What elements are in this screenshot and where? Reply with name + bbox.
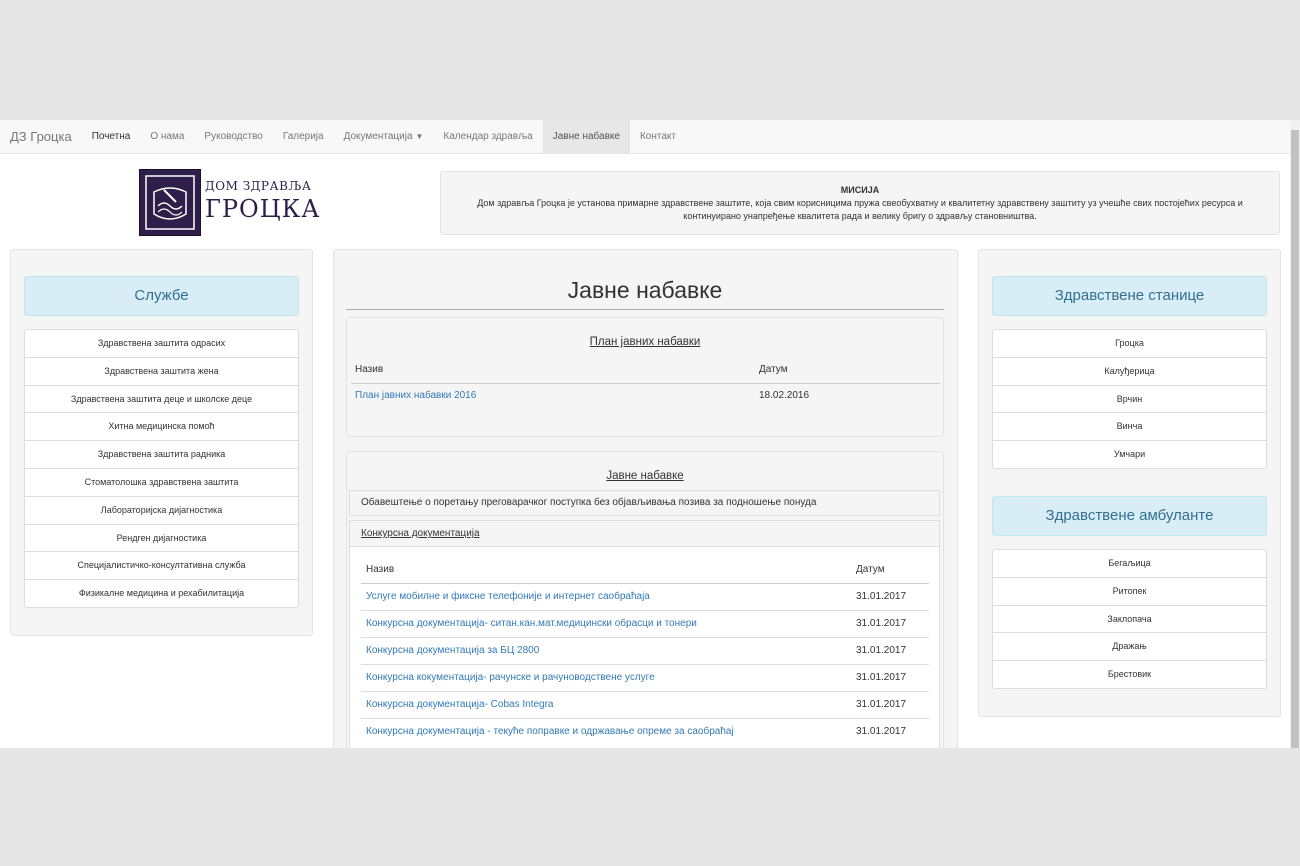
nav-documentation-label: Документација bbox=[343, 131, 413, 142]
nav-home[interactable]: Почетна bbox=[82, 120, 141, 153]
row-divider bbox=[361, 691, 929, 692]
page: ДЗ Гроцка Почетна О нама Руководство Гал… bbox=[0, 120, 1290, 748]
service-item[interactable]: Специјалистичко-консултативна служба bbox=[25, 552, 298, 581]
row-divider bbox=[361, 637, 929, 638]
logo-text-main: ГРОЦКА bbox=[205, 195, 321, 223]
services-list: Здравствена заштита одрасих Здравствена … bbox=[24, 329, 299, 608]
clinics-title: Здравствене амбуланте bbox=[992, 496, 1267, 536]
station-item[interactable]: Гроцка bbox=[993, 330, 1266, 358]
service-item[interactable]: Хитна медицинска помоћ bbox=[25, 413, 298, 442]
tender-docs-panel: Конкурсна документација bbox=[349, 520, 940, 748]
plan-col-name: Назив bbox=[355, 364, 384, 375]
service-item[interactable]: Рендген дијагностика bbox=[25, 525, 298, 553]
services-title: Службе bbox=[24, 276, 299, 316]
tender-row-link[interactable]: Конкурсна документација - текуће поправк… bbox=[366, 726, 734, 737]
tender-col-name: Назив bbox=[366, 564, 395, 575]
tender-row-date: 31.01.2017 bbox=[856, 726, 907, 737]
tender-docs-heading[interactable]: Конкурсна документација bbox=[350, 521, 939, 547]
plan-heading[interactable]: План јавних набавки bbox=[346, 336, 944, 348]
station-item[interactable]: Умчари bbox=[993, 441, 1266, 469]
tender-header-divider bbox=[361, 583, 929, 584]
clinics-list: Бегаљица Ритопек Заклопача Дражањ Бресто… bbox=[992, 549, 1267, 689]
plan-col-date: Датум bbox=[759, 364, 788, 375]
tender-row-link[interactable]: Конкурсна документација- ситан.кан.мат.м… bbox=[366, 618, 697, 629]
mission-text-line1: Дом здравља Гроцка је установа примарне … bbox=[477, 198, 1243, 208]
caret-down-icon: ▼ bbox=[415, 132, 424, 141]
tender-col-date: Датум bbox=[856, 564, 885, 575]
clinic-item[interactable]: Заклопача bbox=[993, 606, 1266, 634]
clinic-item[interactable]: Брестовик bbox=[993, 661, 1266, 689]
service-item[interactable]: Лабораторијска дијагностика bbox=[25, 497, 298, 525]
row-divider bbox=[361, 610, 929, 611]
row-divider bbox=[361, 718, 929, 719]
mission-box: МИСИЈА Дом здравља Гроцка је установа пр… bbox=[440, 171, 1280, 235]
nav-contact[interactable]: Контакт bbox=[630, 120, 686, 153]
service-item[interactable]: Стоматолошка здравствена заштита bbox=[25, 469, 298, 497]
station-item[interactable]: Врчин bbox=[993, 386, 1266, 414]
page-title: Јавне набавке bbox=[346, 274, 944, 310]
tender-row-date: 31.01.2017 bbox=[856, 699, 907, 710]
plan-box bbox=[346, 317, 944, 437]
plan-row-date: 18.02.2016 bbox=[759, 390, 810, 401]
stations-title: Здравствене станице bbox=[992, 276, 1267, 316]
procurement-notice[interactable]: Обавештење о поретању преговарачког пост… bbox=[349, 490, 940, 516]
navbar: ДЗ Гроцка Почетна О нама Руководство Гал… bbox=[0, 120, 1290, 154]
service-item[interactable]: Здравствена заштита одрасих bbox=[25, 330, 298, 358]
navbar-brand[interactable]: ДЗ Гроцка bbox=[0, 120, 82, 153]
tender-row-date: 31.01.2017 bbox=[856, 591, 907, 602]
nav-about[interactable]: О нама bbox=[140, 120, 194, 153]
scrollbar[interactable] bbox=[1290, 120, 1300, 748]
nav-management[interactable]: Руководство bbox=[194, 120, 272, 153]
clinic-item[interactable]: Ритопек bbox=[993, 578, 1266, 606]
row-divider bbox=[361, 664, 929, 665]
plan-header-divider bbox=[351, 383, 940, 384]
tender-row-date: 31.01.2017 bbox=[856, 672, 907, 683]
nav-documentation[interactable]: Документација ▼ bbox=[334, 120, 434, 153]
tender-row-link[interactable]: Услуге мобилне и фиксне телефоније и инт… bbox=[366, 591, 650, 602]
service-item[interactable]: Здравствена заштита радника bbox=[25, 441, 298, 469]
station-item[interactable]: Винча bbox=[993, 413, 1266, 442]
tender-row-link[interactable]: Конкурсна документација- Cobas Integra bbox=[366, 699, 554, 710]
tender-row-link[interactable]: Конкурсна документација за БЦ 2800 bbox=[366, 645, 539, 656]
station-item[interactable]: Калуђерица bbox=[993, 358, 1266, 386]
service-item[interactable]: Здравствена заштита деце и школске деце bbox=[25, 386, 298, 414]
scrollbar-thumb[interactable] bbox=[1291, 130, 1299, 748]
nav-gallery[interactable]: Галерија bbox=[273, 120, 334, 153]
procurements-heading[interactable]: Јавне набавке bbox=[346, 470, 944, 482]
clinic-item[interactable]: Дражањ bbox=[993, 633, 1266, 662]
logo-text-top: ДОМ ЗДРАВЉА bbox=[205, 179, 312, 193]
service-item[interactable]: Физикалне медицина и рехабилитација bbox=[25, 580, 298, 608]
plan-row-link[interactable]: План јавних набавки 2016 bbox=[355, 390, 476, 401]
mission-title: МИСИЈА bbox=[840, 185, 880, 195]
mission-text-line2: континуирано унапређење квалитета рада и… bbox=[683, 211, 1037, 221]
nav-public-procurement[interactable]: Јавне набавке bbox=[542, 120, 630, 153]
tender-row-link[interactable]: Конкурсна кокументација- рачунске и рачу… bbox=[366, 672, 655, 683]
tender-row-date: 31.01.2017 bbox=[856, 618, 907, 629]
stations-list: Гроцка Калуђерица Врчин Винча Умчари bbox=[992, 329, 1267, 469]
nav-health-calendar[interactable]: Календар здравља bbox=[433, 120, 542, 153]
clinic-item[interactable]: Бегаљица bbox=[993, 550, 1266, 578]
logo-emblem-icon bbox=[139, 169, 201, 236]
tender-row-date: 31.01.2017 bbox=[856, 645, 907, 656]
logo[interactable]: ДОМ ЗДРАВЉА ГРОЦКА bbox=[139, 169, 319, 237]
service-item[interactable]: Здравствена заштита жена bbox=[25, 358, 298, 386]
